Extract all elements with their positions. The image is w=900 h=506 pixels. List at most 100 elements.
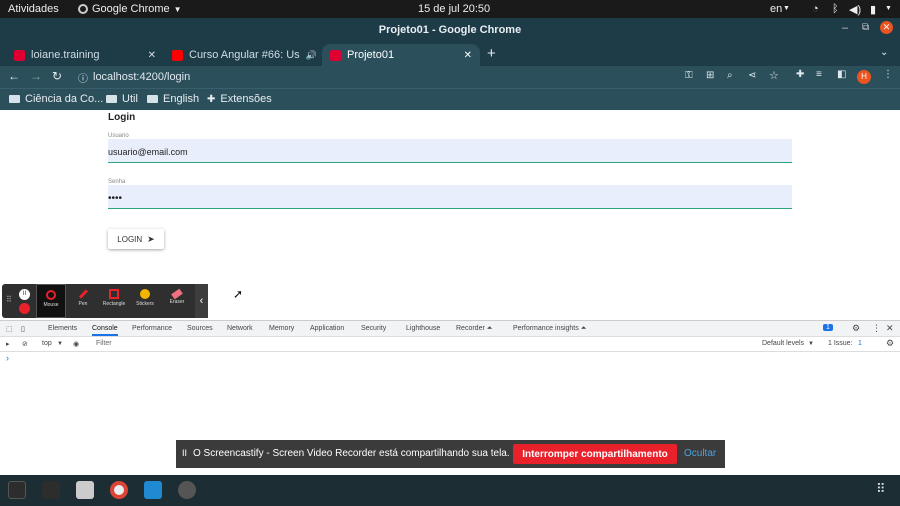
chevron-down-icon: ▼	[173, 4, 182, 14]
send-icon: ➤	[147, 233, 155, 244]
tab-memory[interactable]: Memory	[269, 325, 294, 332]
console-prompt[interactable]: ›	[6, 353, 9, 363]
issues-link[interactable]: 1 Issue:	[828, 340, 853, 347]
clock[interactable]: 15 de jul 20:50	[418, 3, 490, 15]
site-info-icon[interactable]: ⓘ	[78, 70, 88, 85]
menu-icon[interactable]: ⋮	[883, 69, 893, 80]
close-icon[interactable]: ✕	[148, 50, 156, 61]
tab-security[interactable]: Security	[361, 325, 386, 332]
tab-title: Projeto01	[347, 49, 395, 61]
app-menu[interactable]: Google Chrome ▼	[78, 3, 182, 15]
reload-button[interactable]: ↻	[52, 69, 62, 83]
terminal-icon[interactable]	[8, 481, 26, 499]
system-monitor-icon[interactable]	[42, 481, 60, 499]
more-icon[interactable]: ⋮	[872, 323, 881, 334]
tab-lighthouse[interactable]: Lighthouse	[406, 325, 440, 332]
stop-record-icon[interactable]	[19, 303, 30, 314]
screencastify-toolbar: ⠿ II Mouse Pen Rectangle Stickers Eraser…	[2, 284, 208, 318]
minimize-button[interactable]: –	[842, 22, 848, 34]
close-devtools-icon[interactable]: ✕	[886, 323, 894, 334]
files-icon[interactable]	[76, 481, 94, 499]
tab-projeto01[interactable]: Projeto01 ✕	[322, 44, 480, 66]
address-bar[interactable]: localhost:4200/login	[93, 71, 190, 83]
close-icon[interactable]: ✕	[464, 50, 472, 61]
share-icon[interactable]: ⋖	[748, 70, 756, 81]
chevron-down-icon: ▼	[885, 5, 892, 12]
login-button[interactable]: LOGIN ➤	[108, 229, 164, 249]
bookmark-util[interactable]: Util	[106, 93, 138, 105]
tool-label: Rectangle	[102, 301, 126, 307]
key-icon[interactable]: ⚿	[685, 70, 693, 81]
chrome-icon[interactable]	[110, 481, 128, 499]
pause-icon[interactable]: II	[19, 289, 30, 300]
battery-icon[interactable]: ▮	[870, 3, 876, 16]
tool-eraser[interactable]: Eraser	[162, 284, 192, 318]
zoom-icon[interactable]: ⌕	[727, 70, 733, 81]
media-icon[interactable]: ≡	[816, 69, 822, 80]
extensions-icon[interactable]: ✚	[796, 69, 804, 80]
app-grid-icon[interactable]: ⠿	[876, 481, 886, 497]
tab-curso-angular[interactable]: Curso Angular #66: Us 🔊 ✕	[164, 44, 320, 66]
tool-label: Eraser	[169, 299, 185, 305]
translate-icon[interactable]: ⊞	[706, 70, 714, 81]
tool-pen[interactable]: Pen	[68, 284, 98, 318]
clear-console-icon[interactable]: ⊘	[22, 340, 28, 348]
filter-input[interactable]: Filter	[96, 340, 112, 347]
log-levels-select[interactable]: Default levels	[762, 340, 804, 347]
forward-button[interactable]: →	[30, 69, 42, 83]
tool-rectangle[interactable]: Rectangle	[99, 284, 129, 318]
tab-network[interactable]: Network	[227, 325, 253, 332]
avatar[interactable]: H	[857, 70, 871, 84]
tab-console[interactable]: Console	[92, 325, 118, 336]
vscode-icon[interactable]	[144, 481, 162, 499]
device-toolbar-icon[interactable]: ▯	[21, 325, 25, 333]
sidebar-toggle-icon[interactable]: ▸	[6, 340, 10, 348]
bookmark-english[interactable]: English	[147, 93, 199, 105]
username-field[interactable]: usuario@email.com	[108, 139, 792, 163]
stop-sharing-button[interactable]: Interromper compartilhamento	[513, 444, 677, 464]
tab-loiane[interactable]: loiane.training ✕	[6, 44, 164, 66]
issues-badge[interactable]: 1	[823, 324, 833, 331]
sidepanel-icon[interactable]: ◧	[837, 69, 846, 80]
tab-search-button[interactable]: ⌄	[880, 47, 888, 58]
tab-application[interactable]: Application	[310, 325, 344, 332]
tab-performance[interactable]: Performance	[132, 325, 172, 332]
volume-icon[interactable]: ◀)	[849, 3, 861, 16]
tool-mouse[interactable]: Mouse	[36, 284, 66, 318]
eye-icon[interactable]: ◉	[73, 340, 79, 348]
maximize-button[interactable]: ⧉	[862, 22, 869, 33]
pause-share-icon[interactable]: II	[182, 448, 187, 458]
tab-strip: loiane.training ✕ Curso Angular #66: Us …	[0, 42, 900, 66]
obs-icon[interactable]	[178, 481, 196, 499]
login-label: LOGIN	[117, 234, 143, 244]
mouse-icon	[46, 290, 56, 300]
issues-count[interactable]: 1	[858, 340, 862, 347]
inspect-icon[interactable]: ⬚	[6, 325, 13, 333]
share-message: O Screencastify - Screen Video Recorder …	[193, 448, 510, 459]
new-tab-button[interactable]: +	[487, 45, 496, 62]
tab-elements[interactable]: Elements	[48, 325, 77, 332]
bookmark-extensoes[interactable]: ✚ Extensões	[207, 93, 272, 105]
tool-stickers[interactable]: Stickers	[130, 284, 160, 318]
activities-button[interactable]: Atividades	[8, 3, 59, 15]
language-indicator[interactable]: en	[770, 3, 782, 15]
tab-performance-insights[interactable]: Performance insights ⏶	[513, 325, 586, 333]
password-field[interactable]: ••••	[108, 185, 792, 209]
wifi-icon[interactable]: ◔	[812, 3, 819, 15]
console-settings-icon[interactable]: ⚙	[886, 338, 894, 349]
close-button[interactable]: ✕	[880, 21, 893, 34]
collapse-icon[interactable]: ‹	[195, 284, 208, 318]
tab-recorder[interactable]: Recorder ⏶	[456, 325, 492, 333]
context-select[interactable]: top	[42, 340, 52, 347]
page-title: Login	[108, 112, 136, 123]
bookmark-label: Ciência da Co...	[25, 93, 104, 105]
back-button[interactable]: ←	[8, 69, 20, 83]
drag-handle-icon[interactable]: ⠿	[6, 295, 12, 304]
bookmark-ciencia[interactable]: Ciência da Co...	[9, 93, 103, 105]
tab-sources[interactable]: Sources	[187, 325, 213, 332]
hide-button[interactable]: Ocultar	[684, 448, 716, 459]
bluetooth-icon[interactable]: ᛒ	[832, 3, 839, 15]
settings-gear-icon[interactable]: ⚙	[852, 323, 860, 334]
speaker-icon[interactable]: 🔊	[306, 50, 317, 61]
star-icon[interactable]: ☆	[769, 69, 779, 82]
